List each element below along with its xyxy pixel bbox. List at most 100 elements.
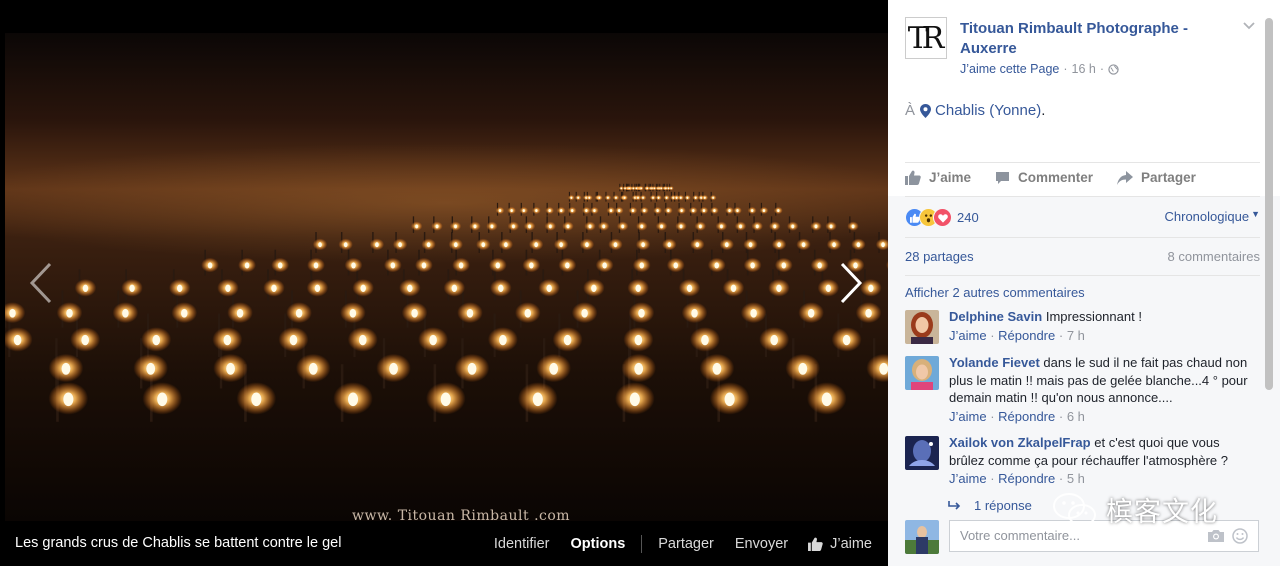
- candle-flame: [454, 224, 457, 229]
- next-photo-arrow-icon[interactable]: [836, 258, 866, 308]
- candle-flame: [347, 392, 359, 407]
- candle-flame: [375, 242, 379, 248]
- candle-flame: [318, 242, 322, 248]
- comment-like-link[interactable]: J’aime: [949, 409, 987, 424]
- like-label: J’aime: [929, 170, 972, 185]
- identify-button[interactable]: Identifier: [494, 536, 550, 552]
- love-reaction-icon: [933, 208, 952, 227]
- comment-time[interactable]: 5 h: [1067, 471, 1085, 486]
- comment-time[interactable]: 6 h: [1067, 409, 1085, 424]
- candle-flame: [415, 224, 419, 229]
- separator-dot: ·: [1055, 408, 1067, 424]
- post-actions: J’aime Commenter Partager: [905, 170, 1260, 185]
- comment-reply-link[interactable]: Répondre: [998, 471, 1055, 486]
- comment-author[interactable]: Xailok von ZkalpelFrap: [949, 435, 1091, 450]
- candle-flame: [679, 224, 683, 229]
- candle-flame: [615, 196, 617, 199]
- options-button[interactable]: Options: [570, 536, 625, 552]
- post-time[interactable]: 16 h: [1072, 62, 1096, 76]
- candle-flame: [851, 224, 855, 229]
- candle-flame: [631, 209, 635, 213]
- candle-flame: [698, 224, 702, 229]
- comment-text: Impressionnant !: [1045, 309, 1142, 324]
- like-button[interactable]: J’aime: [808, 536, 872, 552]
- candle-flame: [122, 308, 129, 318]
- avatar[interactable]: [905, 356, 939, 390]
- candle-flame: [251, 392, 262, 407]
- show-more-comments-link[interactable]: Afficher 2 autres commentaires: [905, 285, 1085, 300]
- reply-arrow-icon: [948, 500, 961, 510]
- candle-flame: [728, 209, 731, 213]
- location-suffix: .: [1041, 102, 1046, 119]
- share-button[interactable]: Partager: [658, 536, 714, 552]
- camera-icon[interactable]: [1208, 529, 1224, 542]
- post-share-button[interactable]: Partager: [1117, 170, 1196, 185]
- avatar[interactable]: [905, 520, 939, 554]
- comment-input[interactable]: [958, 527, 1202, 544]
- candle-flame: [629, 392, 640, 407]
- candle-flame: [351, 262, 356, 269]
- candle-flame: [702, 209, 706, 213]
- chevron-down-icon[interactable]: [1242, 21, 1256, 31]
- candle-flame: [398, 242, 402, 248]
- photo-caption: Les grands crus de Chablis se battent co…: [15, 535, 342, 551]
- avatar[interactable]: [905, 310, 939, 344]
- comments-count[interactable]: 8 commentaires: [1168, 249, 1260, 264]
- comment-author[interactable]: Yolande Fievet: [949, 355, 1040, 370]
- candle-flame: [236, 308, 244, 318]
- post-meta: J’aime cette Page · 16 h ·: [960, 62, 1119, 76]
- panel-scrollbar[interactable]: [1265, 18, 1273, 390]
- view-replies-link[interactable]: 1 réponse: [948, 498, 1032, 513]
- comment-reply-link[interactable]: Répondre: [998, 409, 1055, 424]
- candle-flame: [588, 224, 592, 229]
- candle-flame: [712, 362, 722, 375]
- page-logo[interactable]: TR: [905, 17, 947, 59]
- candle-flame: [277, 262, 283, 269]
- candle-flame: [776, 284, 782, 293]
- candle-flame: [791, 224, 795, 229]
- avatar[interactable]: [905, 436, 939, 470]
- candle-flame: [577, 196, 579, 199]
- candle-flame: [498, 284, 504, 293]
- emoji-icon[interactable]: [1232, 528, 1248, 544]
- candle-flame: [686, 284, 693, 293]
- candle-flame: [673, 262, 678, 269]
- shares-link[interactable]: 28 partages: [905, 249, 974, 264]
- candle-flame: [207, 262, 213, 269]
- sky: [5, 33, 888, 521]
- candle-flame: [618, 209, 621, 213]
- post-like-button[interactable]: J’aime: [905, 170, 971, 185]
- vineyard-night-image: [5, 33, 888, 521]
- comment-label: Commenter: [1018, 170, 1094, 185]
- comment-time[interactable]: 7 h: [1067, 328, 1085, 343]
- thumbs-up-icon: [905, 170, 921, 185]
- send-button[interactable]: Envoyer: [735, 536, 788, 552]
- comment-author[interactable]: Delphine Savin: [949, 309, 1042, 324]
- candle-flame: [695, 242, 700, 248]
- candle-flame: [842, 334, 851, 346]
- reactions-summary[interactable]: 240: [905, 208, 979, 227]
- location-link[interactable]: Chablis (Yonne): [935, 102, 1041, 119]
- comment-reply-link[interactable]: Répondre: [998, 328, 1055, 343]
- candle-flame: [358, 334, 367, 346]
- comment-like-link[interactable]: J’aime: [949, 471, 987, 486]
- candle-flame: [781, 262, 787, 269]
- candle-flame: [679, 196, 682, 199]
- caption-actions: Identifier Options Partager Envoyer J’ai…: [473, 535, 872, 553]
- candle-flame: [829, 224, 833, 229]
- like-page-link[interactable]: J’aime cette Page: [960, 62, 1059, 76]
- page-name-link[interactable]: Titouan Rimbault Photographe - Auxerre: [960, 19, 1210, 59]
- like-label: J’aime: [830, 536, 872, 552]
- comment-like-link[interactable]: J’aime: [949, 328, 987, 343]
- candle-flame: [773, 224, 777, 229]
- separator-dot: ·: [986, 471, 999, 486]
- candle-flame: [712, 196, 714, 199]
- comment-sort-dropdown[interactable]: Chronologique ▼: [1165, 209, 1261, 224]
- divider: [905, 196, 1260, 197]
- separator-dot: ·: [1063, 62, 1068, 76]
- previous-photo-arrow-icon[interactable]: [26, 258, 56, 308]
- candle-flame: [495, 262, 501, 269]
- location-pin-icon: [920, 103, 932, 118]
- comment-button[interactable]: Commenter: [995, 170, 1093, 185]
- candle-flame: [881, 242, 885, 248]
